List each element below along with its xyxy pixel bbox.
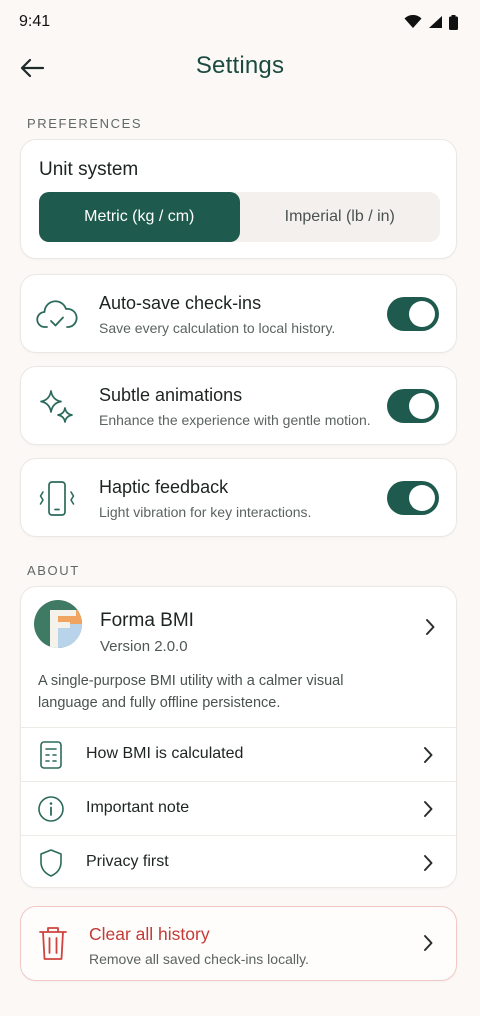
wifi-icon bbox=[404, 15, 422, 28]
chevron-right-icon bbox=[422, 746, 434, 769]
haptic-title: Haptic feedback bbox=[99, 477, 229, 497]
about-row-important-note[interactable]: Important note bbox=[21, 781, 456, 834]
unit-system-card: Unit system Metric (kg / cm) Imperial (l… bbox=[20, 139, 457, 259]
header: Settings bbox=[0, 44, 480, 90]
chevron-right-icon bbox=[422, 854, 434, 877]
status-bar: 9:41 bbox=[0, 0, 480, 44]
auto-save-title: Auto-save check-ins bbox=[99, 293, 262, 313]
shield-icon bbox=[36, 848, 66, 878]
chevron-right-icon bbox=[422, 800, 434, 823]
haptic-toggle[interactable] bbox=[387, 481, 439, 515]
sparkles-icon bbox=[35, 385, 79, 429]
info-icon bbox=[36, 794, 66, 824]
about-card: Forma BMI Version 2.0.0 A single-purpose… bbox=[20, 586, 457, 888]
imperial-option[interactable]: Imperial (lb / in) bbox=[240, 192, 441, 242]
chevron-right-icon[interactable] bbox=[424, 618, 436, 641]
auto-save-card: Auto-save check-ins Save every calculati… bbox=[20, 274, 457, 353]
unit-system-selector: Metric (kg / cm) Imperial (lb / in) bbox=[39, 192, 440, 242]
battery-icon bbox=[449, 14, 458, 30]
app-name: Forma BMI bbox=[100, 610, 194, 631]
clear-history-button[interactable]: Clear all history Remove all saved check… bbox=[20, 906, 457, 981]
auto-save-subtitle: Save every calculation to local history. bbox=[99, 320, 336, 336]
clear-history-subtitle: Remove all saved check-ins locally. bbox=[89, 951, 309, 967]
page-title: Settings bbox=[195, 52, 285, 79]
preferences-section-label: PREFERENCES bbox=[27, 116, 143, 131]
about-row-privacy[interactable]: Privacy first bbox=[21, 835, 456, 888]
animations-card: Subtle animations Enhance the experience… bbox=[20, 366, 457, 445]
app-version: Version 2.0.0 bbox=[100, 638, 188, 655]
status-icons bbox=[404, 14, 458, 30]
signal-icon bbox=[429, 16, 442, 28]
about-section-label: ABOUT bbox=[27, 563, 80, 578]
status-time: 9:41 bbox=[19, 13, 51, 30]
calculator-icon bbox=[36, 740, 66, 770]
clear-history-title: Clear all history bbox=[89, 924, 210, 944]
toggle-knob bbox=[409, 393, 435, 419]
animations-title: Subtle animations bbox=[99, 385, 243, 405]
phone-vibrate-icon bbox=[35, 477, 79, 521]
animations-subtitle: Enhance the experience with gentle motio… bbox=[99, 412, 371, 428]
app-description: A single-purpose BMI utility with a calm… bbox=[38, 673, 344, 711]
metric-option[interactable]: Metric (kg / cm) bbox=[39, 192, 240, 242]
auto-save-toggle[interactable] bbox=[387, 297, 439, 331]
about-row-label: Privacy first bbox=[86, 853, 169, 870]
animations-toggle[interactable] bbox=[387, 389, 439, 423]
unit-system-title: Unit system bbox=[39, 159, 139, 180]
about-row-label: Important note bbox=[86, 799, 190, 816]
haptic-card: Haptic feedback Light vibration for key … bbox=[20, 458, 457, 537]
about-row-how-bmi[interactable]: How BMI is calculated bbox=[21, 727, 456, 780]
chevron-right-icon bbox=[422, 934, 434, 957]
app-logo-icon bbox=[34, 600, 82, 648]
about-row-label: How BMI is calculated bbox=[86, 745, 244, 762]
cloud-check-icon bbox=[35, 293, 79, 337]
haptic-subtitle: Light vibration for key interactions. bbox=[99, 504, 312, 520]
toggle-knob bbox=[409, 485, 435, 511]
toggle-knob bbox=[409, 301, 435, 327]
trash-icon bbox=[35, 923, 71, 963]
